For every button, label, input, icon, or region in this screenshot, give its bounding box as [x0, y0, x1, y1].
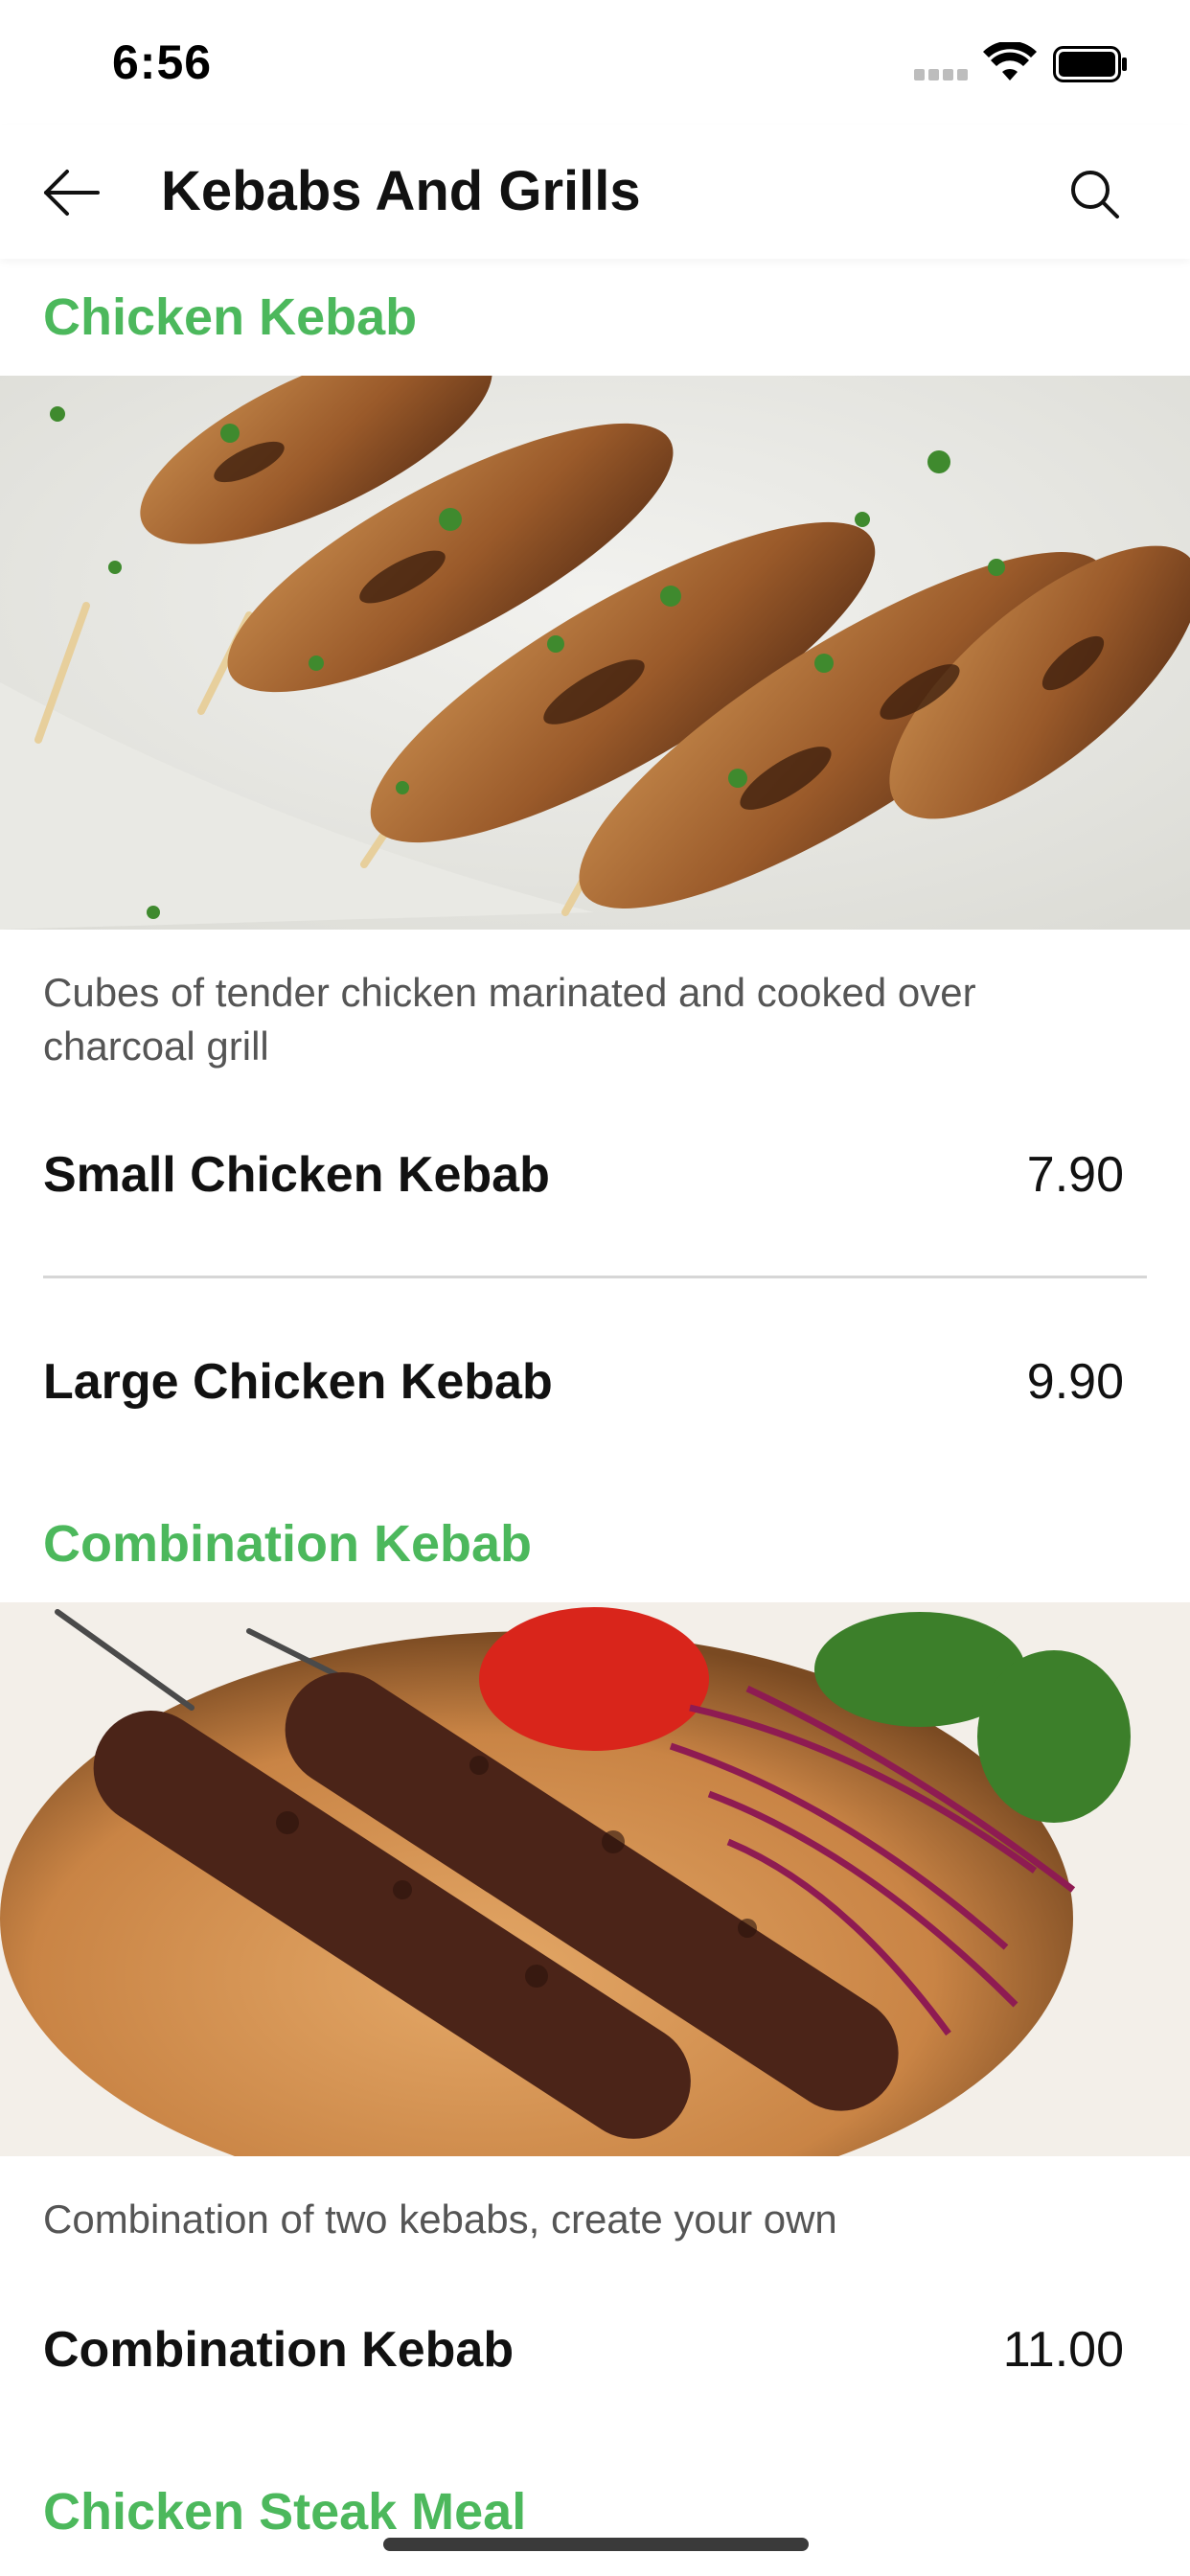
grilled-chicken-skewers-photo [0, 376, 1190, 930]
cellular-signal-icon [914, 69, 970, 80]
section-title-chicken-steak-meal: Chicken Steak Meal [43, 2483, 527, 2541]
wifi-icon [983, 42, 1037, 80]
menu-item[interactable]: Small Chicken Kebab 7.90 [43, 1146, 1124, 1223]
battery-icon [1053, 46, 1127, 82]
item-price: 7.90 [1026, 1147, 1124, 1203]
divider [43, 1276, 1147, 1278]
item-name: Small Chicken Kebab [43, 1147, 550, 1203]
item-name: Large Chicken Kebab [43, 1354, 553, 1410]
app-header: Kebabs And Grills [0, 125, 1190, 259]
kofta-kebab-on-flatbread-photo [0, 1602, 1190, 2156]
section-description: Cubes of tender chicken marinated and co… [43, 970, 976, 1069]
status-bar: 6:56 [0, 0, 1190, 125]
section-description: Combination of two kebabs, create your o… [43, 2196, 837, 2242]
home-indicator[interactable] [383, 2538, 809, 2551]
arrow-left-icon[interactable] [38, 161, 105, 224]
menu-item[interactable]: Large Chicken Kebab 9.90 [43, 1353, 1124, 1430]
menu-item[interactable]: Combination Kebab 11.00 [43, 2321, 1124, 2398]
section-title-combination-kebab: Combination Kebab [43, 1515, 532, 1573]
section-title-chicken-kebab: Chicken Kebab [43, 288, 418, 346]
item-price: 9.90 [1026, 1354, 1124, 1410]
status-time: 6:56 [112, 35, 213, 89]
search-icon[interactable] [1064, 163, 1125, 224]
page-title: Kebabs And Grills [161, 160, 641, 222]
item-name: Combination Kebab [43, 2322, 515, 2378]
item-price: 11.00 [1002, 2322, 1124, 2378]
